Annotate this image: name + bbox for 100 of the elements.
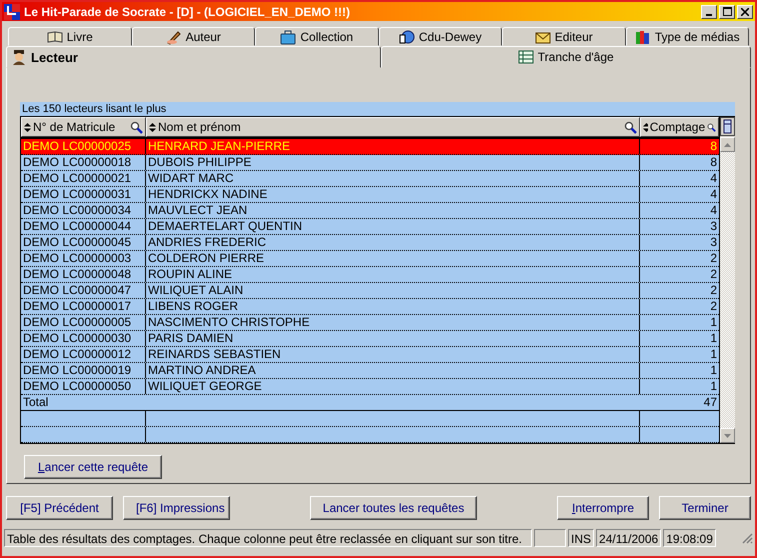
table-cell: DEMO LC00000018: [23, 155, 132, 169]
table-row[interactable]: DEMO LC00000021 WIDART MARC 4: [21, 171, 719, 187]
total-value: 47: [704, 395, 717, 410]
table-cell: PARIS DAMIEN: [148, 331, 234, 345]
app-icon: [4, 4, 20, 20]
table-cell: 4: [710, 203, 717, 217]
resize-grip-icon[interactable]: [741, 532, 753, 544]
table-cell: 2: [710, 283, 717, 297]
table-cell: DEMO LC00000003: [23, 251, 132, 265]
tab[interactable]: Lecteur: [6, 46, 380, 68]
table-cell: HENDRICKX NADINE: [148, 187, 268, 201]
tab[interactable]: Editeur: [502, 27, 626, 46]
table-cell: ANDRIES FREDERIC: [148, 235, 266, 249]
close-button[interactable]: [737, 4, 753, 18]
table-row[interactable]: DEMO LC00000047 WILIQUET ALAIN 2: [21, 283, 719, 299]
status-pane: [534, 529, 566, 547]
maximize-button[interactable]: [719, 4, 735, 18]
table-cell: DEMO LC00000025: [23, 139, 132, 153]
tab[interactable]: Cdu-Dewey: [378, 27, 502, 46]
column-chooser-icon[interactable]: [720, 117, 735, 136]
table-row[interactable]: DEMO LC00000019 MARTINO ANDREA 1: [21, 363, 719, 379]
tab[interactable]: Livre: [8, 27, 132, 46]
action-button[interactable]: [F6] Impressions: [123, 496, 230, 520]
table-cell: DEMO LC00000019: [23, 363, 132, 377]
books-icon: [634, 28, 651, 44]
table-row[interactable]: DEMO LC00000030 PARIS DAMIEN 1: [21, 331, 719, 347]
table-row[interactable]: DEMO LC00000044 DEMAERTELART QUENTIN 3: [21, 219, 719, 235]
table-cell: 1: [710, 331, 717, 345]
column-header[interactable]: Nom et prénom: [146, 117, 640, 137]
table-cell: NASCIMENTO CHRISTOPHE: [148, 315, 310, 329]
table-cell: DEMO LC00000021: [23, 171, 132, 185]
column-header[interactable]: N° de Matricule: [21, 117, 146, 137]
table-cell: 2: [710, 267, 717, 281]
table-row[interactable]: DEMO LC00000005 NASCIMENTO CHRISTOPHE 1: [21, 315, 719, 331]
table-cell: 1: [710, 315, 717, 329]
table-cell: WILIQUET GEORGE: [148, 379, 262, 393]
table-row[interactable]: DEMO LC00000045 ANDRIES FREDERIC 3: [21, 235, 719, 251]
table-cell: 1: [710, 363, 717, 377]
maximize-icon: [722, 7, 732, 16]
table-cell: 3: [710, 219, 717, 233]
table-cell: DEMO LC00000034: [23, 203, 132, 217]
table-row[interactable]: DEMO LC00000018 DUBOIS PHILIPPE 8: [21, 155, 719, 171]
minimize-button[interactable]: [701, 4, 717, 18]
search-icon[interactable]: [624, 120, 637, 134]
table-row[interactable]: DEMO LC00000031 HENDRICKX NADINE 4: [21, 187, 719, 203]
table-cell: 1: [710, 347, 717, 361]
tab[interactable]: Auteur: [132, 27, 255, 46]
action-button[interactable]: [F5] Précédent: [6, 496, 113, 520]
table-cell: DEMO LC00000047: [23, 283, 132, 297]
table-cell: WILIQUET ALAIN: [148, 283, 244, 297]
sort-icon: [149, 122, 156, 132]
table-cell: WIDART MARC: [148, 171, 234, 185]
table-cell: 8: [710, 139, 717, 153]
table-row[interactable]: DEMO LC00000012 REINARDS SEBASTIEN 1: [21, 347, 719, 363]
pen-icon: [166, 28, 182, 44]
table-cell: DEMO LC00000030: [23, 331, 132, 345]
table-row[interactable]: DEMO LC00000017 LIBENS ROGER 2: [21, 299, 719, 315]
table-cell: DEMO LC00000050: [23, 379, 132, 393]
action-button[interactable]: Interrompre: [556, 496, 649, 520]
table-cell: DEMO LC00000048: [23, 267, 132, 281]
status-message: Table des résultats des comptages. Chaque colonne peut être reclassée en cliquant sur son titre.: [4, 529, 532, 547]
minimize-icon: [706, 14, 712, 16]
window-title: Le Hit-Parade de Socrate - [D] - (LOGICIEL_EN_DEMO !!!): [24, 4, 352, 18]
table-cell: 8: [710, 155, 717, 169]
table-cell: MARTINO ANDREA: [148, 363, 256, 377]
tab[interactable]: Collection: [255, 27, 378, 46]
table-cell: 3: [710, 235, 717, 249]
table-cell: DUBOIS PHILIPPE: [148, 155, 252, 169]
search-icon[interactable]: [707, 120, 716, 134]
table-row[interactable]: DEMO LC00000048 ROUPIN ALINE 2: [21, 267, 719, 283]
table-cell: 4: [710, 187, 717, 201]
table-row[interactable]: DEMO LC00000034 MAUVLECT JEAN 4: [21, 203, 719, 219]
table-row[interactable]: DEMO LC00000025 HENRARD JEAN-PIERRE 8: [21, 139, 719, 155]
table-cell: DEMO LC00000031: [23, 187, 132, 201]
sort-icon: [643, 122, 648, 132]
table-row[interactable]: DEMO LC00000003 COLDERON PIERRE 2: [21, 251, 719, 267]
table-cell: DEMO LC00000044: [23, 219, 132, 233]
column-header[interactable]: Comptage: [640, 117, 719, 137]
table-cell: MAUVLECT JEAN: [148, 203, 248, 217]
scroll-down-icon[interactable]: [724, 434, 731, 438]
sort-icon: [24, 122, 31, 132]
action-button[interactable]: Lancer toutes les requêtes: [310, 496, 478, 520]
scrollbar[interactable]: [720, 137, 735, 443]
table-row[interactable]: DEMO LC00000050 WILIQUET GEORGE 1: [21, 379, 719, 395]
tab[interactable]: Type de médias: [626, 27, 749, 46]
table-cell: 4: [710, 171, 717, 185]
action-button[interactable]: Terminer: [658, 496, 751, 520]
search-icon[interactable]: [130, 120, 143, 134]
insert-mode-indicator: INS: [568, 529, 594, 547]
book-icon: [46, 28, 63, 44]
scroll-up-icon[interactable]: [724, 142, 731, 146]
run-query-button[interactable]: Lancer cette requête: [24, 455, 162, 479]
table-cell: DEMO LC00000017: [23, 299, 132, 313]
person-icon: [11, 49, 27, 65]
table-cell: DEMO LC00000012: [23, 347, 132, 361]
table-cell: REINARDS SEBASTIEN: [148, 347, 281, 361]
table-cell: DEMAERTELART QUENTIN: [148, 219, 302, 233]
table-cell: 2: [710, 299, 717, 313]
tab[interactable]: Tranche d'âge: [380, 46, 751, 68]
table-cell: DEMO LC00000005: [23, 315, 132, 329]
